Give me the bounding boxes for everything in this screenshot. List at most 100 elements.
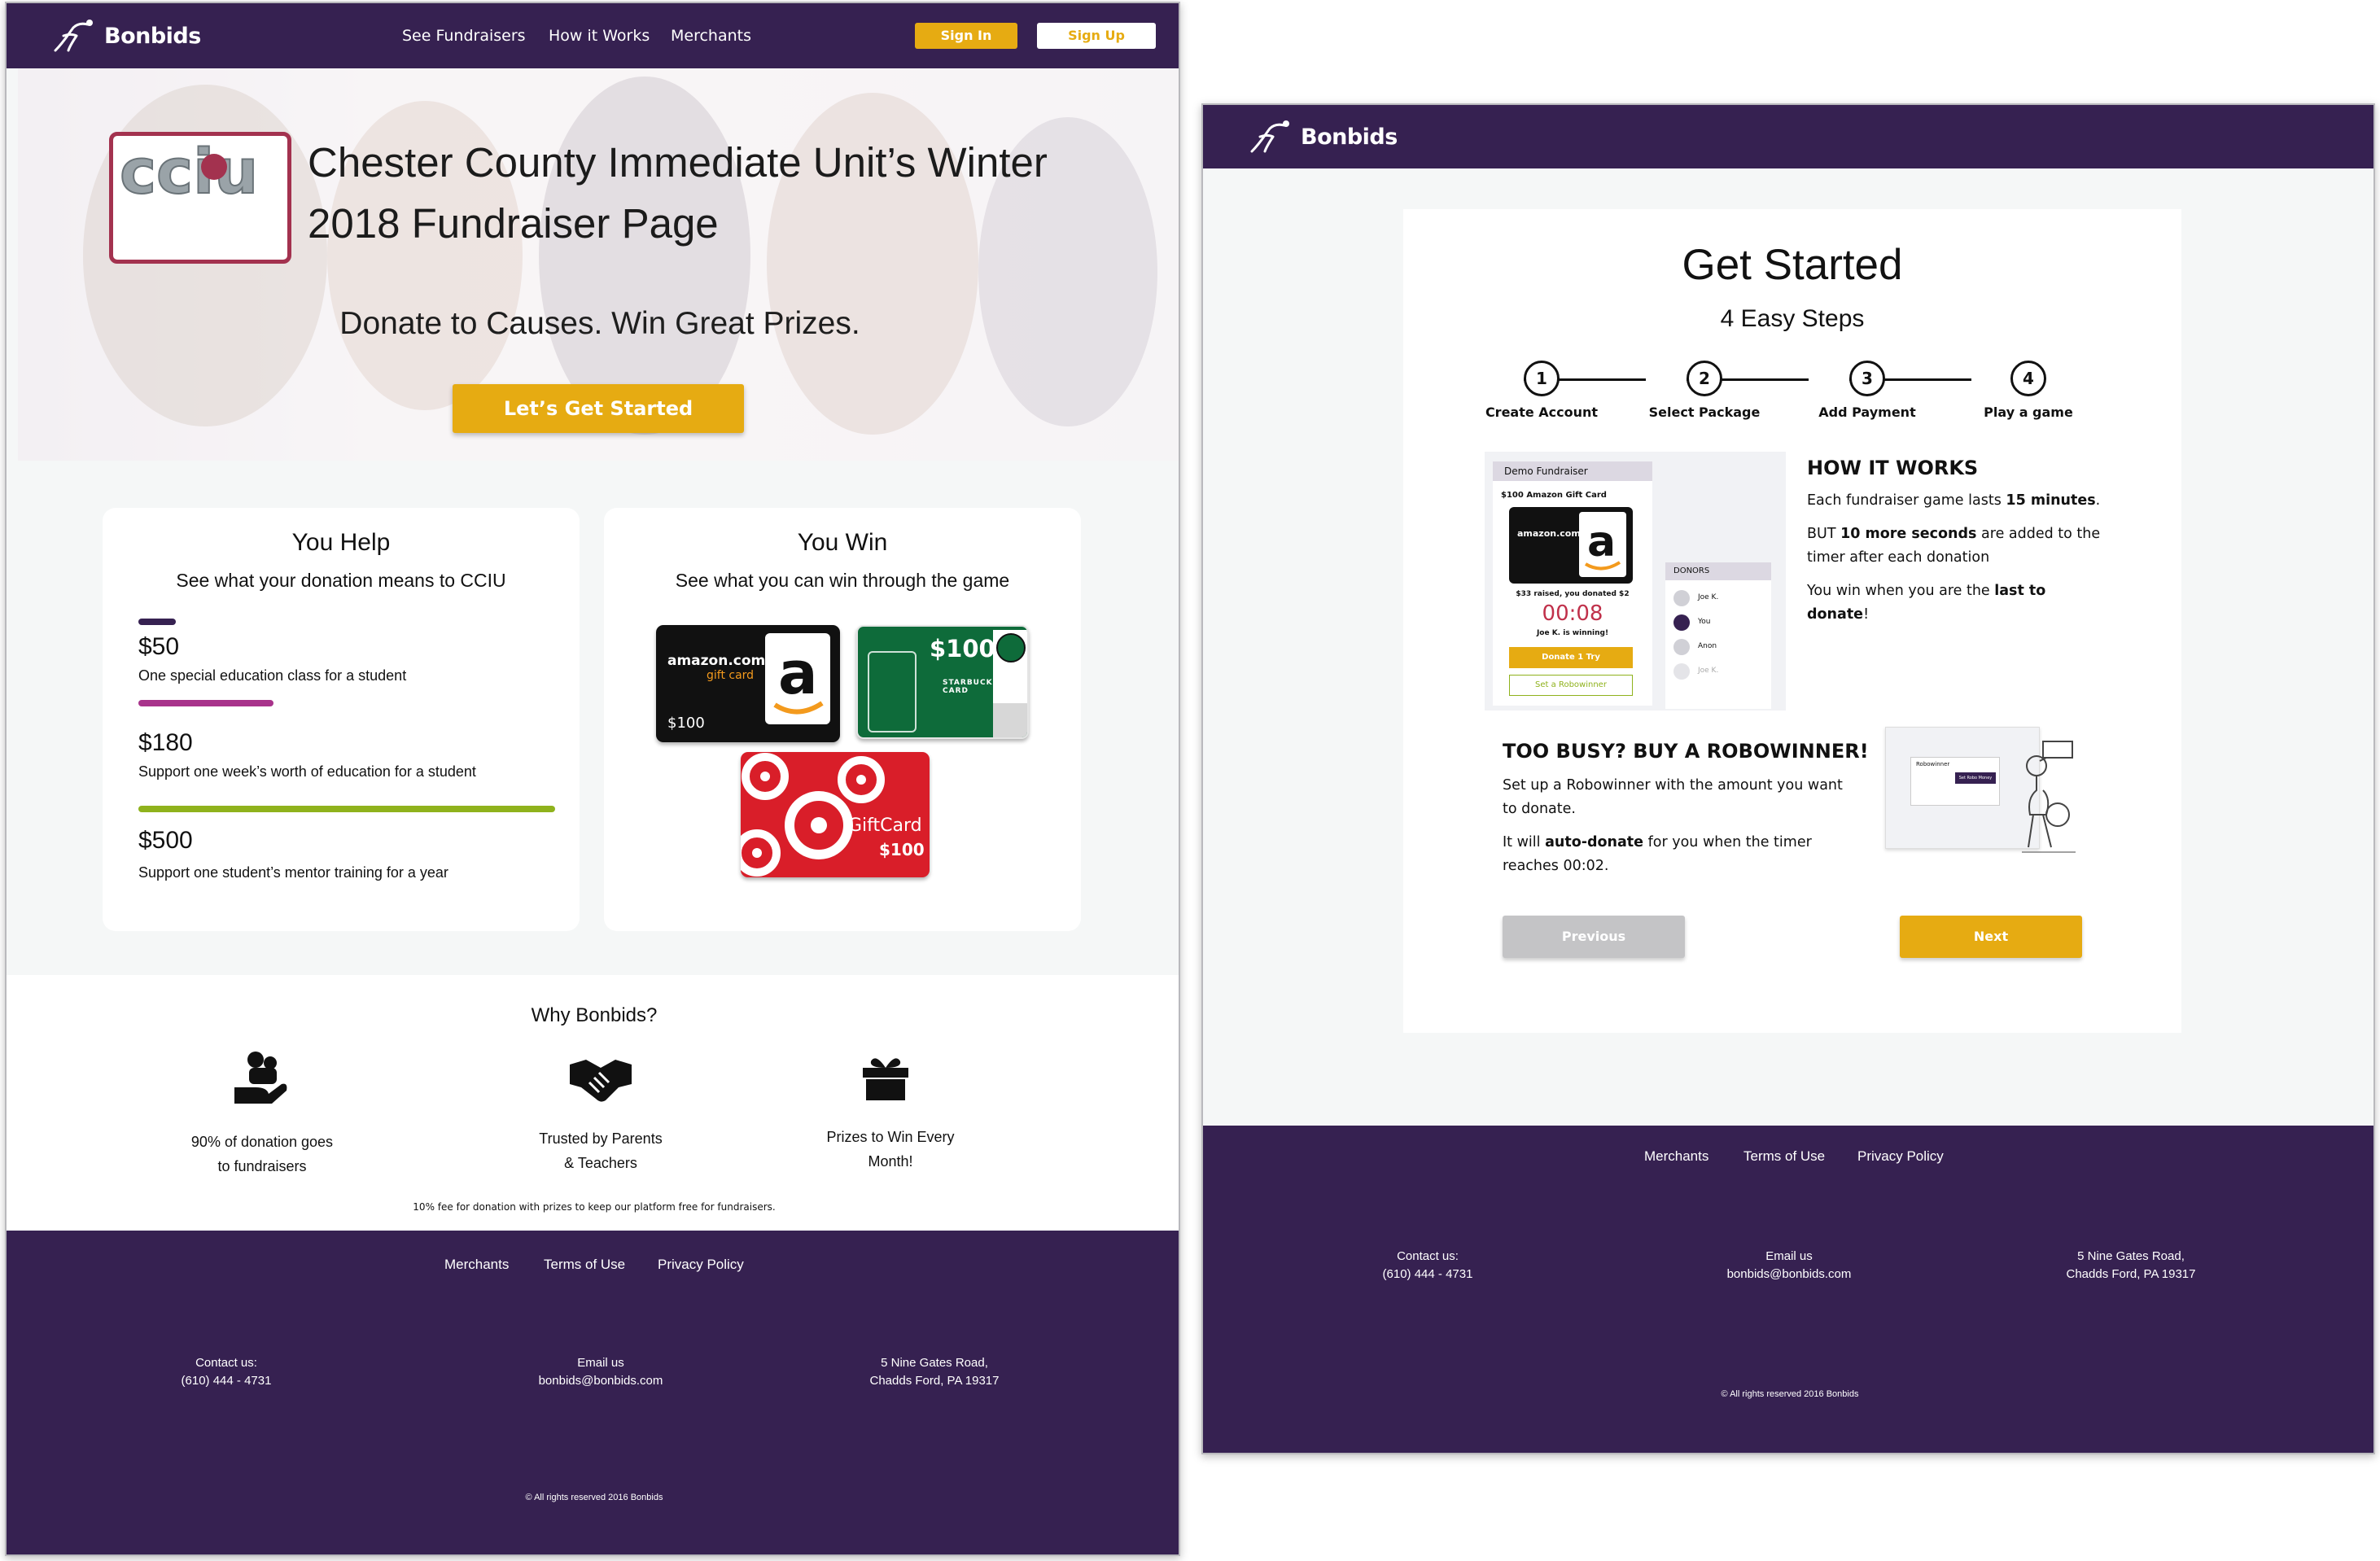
hero-title-line2: 2018 Fundraiser Page bbox=[308, 200, 719, 247]
step-label: Select Package bbox=[1648, 404, 1761, 420]
footer-terms-link[interactable]: Terms of Use bbox=[544, 1257, 625, 1273]
how-p1: Each fundraiser game lasts 15 minutes. bbox=[1807, 489, 2149, 513]
tier-description: Support one week’s worth of education fo… bbox=[138, 763, 476, 780]
starbucks-logo-icon bbox=[996, 633, 1026, 662]
text: 10 more seconds bbox=[1840, 526, 1977, 542]
sign-in-button[interactable]: Sign In bbox=[915, 23, 1017, 49]
footer-email-label: Email us bbox=[577, 1356, 624, 1370]
text: Each fundraiser game lasts bbox=[1807, 492, 2006, 509]
footer-copyright: © All rights reserved 2016 Bonbids bbox=[525, 1493, 663, 1502]
step-label: Play a game bbox=[1984, 404, 2073, 420]
feature-trusted: Trusted by Parents & Teachers bbox=[487, 1126, 715, 1175]
demo-card-brand: amazon.com bbox=[1517, 528, 1581, 539]
you-help-title: You Help bbox=[291, 529, 391, 556]
footer-email-address[interactable]: bonbids@bonbids.com bbox=[503, 1372, 698, 1390]
demo-donors-title: DONORS bbox=[1665, 562, 1771, 580]
footer-merchants-link[interactable]: Merchants bbox=[444, 1257, 509, 1273]
coffee-cup-icon bbox=[868, 651, 917, 732]
top-nav: Bonbids See Fundraisers How it Works Mer… bbox=[7, 3, 1179, 68]
feature-text: Trusted by Parents bbox=[539, 1130, 663, 1147]
target-gift-card[interactable]: GiftCard $100 bbox=[741, 752, 930, 877]
svg-text:a: a bbox=[1587, 518, 1616, 566]
footer-phone[interactable]: (610) 444 - 4731 bbox=[1346, 1266, 1509, 1283]
handshake-icon bbox=[568, 1053, 633, 1108]
step-circle-3[interactable]: 3 bbox=[1849, 361, 1885, 396]
demo-prize: $100 Amazon Gift Card bbox=[1501, 491, 1607, 500]
brand-logo[interactable]: Bonbids bbox=[1249, 119, 1398, 155]
starbucks-card-label: STARBUCKS CARD bbox=[943, 679, 1000, 695]
svg-text:a: a bbox=[778, 639, 818, 707]
text: are added to the bbox=[1976, 526, 2101, 542]
demo-timer: 00:08 bbox=[1542, 601, 1603, 626]
tier-bar bbox=[138, 806, 555, 812]
footer-phone[interactable]: (610) 444 - 4731 bbox=[145, 1372, 308, 1390]
amazon-card-value: $100 bbox=[667, 715, 705, 732]
you-win-subtitle: See what you can win through the game bbox=[675, 570, 1010, 591]
previous-button[interactable]: Previous bbox=[1503, 916, 1685, 958]
feature-text: Month! bbox=[868, 1153, 913, 1170]
footer-merchants-link[interactable]: Merchants bbox=[1644, 1148, 1708, 1165]
step-circle-4[interactable]: 4 bbox=[2010, 361, 2046, 396]
brand-name: Bonbids bbox=[1301, 124, 1398, 150]
tier-description: One special education class for a studen… bbox=[138, 667, 407, 684]
feature-text: & Teachers bbox=[564, 1155, 637, 1171]
nav-merchants[interactable]: Merchants bbox=[671, 27, 751, 45]
donor-name: Anon bbox=[1698, 642, 1717, 650]
demo-fundraiser-mockup: Demo Fundraiser $100 Amazon Gift Card a … bbox=[1485, 452, 1786, 711]
nav-how-it-works[interactable]: How it Works bbox=[549, 27, 650, 45]
avatar bbox=[1673, 663, 1690, 680]
amazon-a-logo: a bbox=[765, 633, 830, 724]
top-nav: Bonbids bbox=[1203, 105, 2373, 168]
how-it-works-title: HOW IT WORKS bbox=[1807, 457, 1979, 479]
step-circle-2[interactable]: 2 bbox=[1687, 361, 1722, 396]
bonbids-logo-icon bbox=[1250, 120, 1289, 153]
text: reaches 00:02. bbox=[1503, 858, 1609, 874]
text: BUT bbox=[1807, 526, 1841, 542]
feature-prizes: Prizes to Win Every Month! bbox=[777, 1125, 1004, 1174]
starbucks-gift-card[interactable]: $100 STARBUCKS CARD bbox=[856, 625, 1029, 739]
robowinner-mockup: Robowinner Set Robo Money bbox=[1885, 727, 2040, 849]
demo-raised: $33 raised, you donated $2 bbox=[1516, 590, 1630, 598]
step-label: Add Payment bbox=[1818, 404, 1916, 420]
demo-winning: Joe K. is winning! bbox=[1536, 629, 1609, 637]
footer-email-address[interactable]: bonbids@bonbids.com bbox=[1691, 1266, 1887, 1283]
footer-address-line: Chadds Ford, PA 19317 bbox=[869, 1374, 1000, 1388]
footer-terms-link[interactable]: Terms of Use bbox=[1743, 1148, 1825, 1165]
footer-address-line: 5 Nine Gates Road, bbox=[881, 1356, 988, 1370]
sign-up-button[interactable]: Sign Up bbox=[1037, 23, 1156, 49]
footer-privacy-link[interactable]: Privacy Policy bbox=[658, 1257, 744, 1273]
amazon-gift-card[interactable]: amazon.com gift card a $100 bbox=[656, 625, 840, 742]
feature-text: Prizes to Win Every bbox=[826, 1129, 955, 1145]
you-win-title: You Win bbox=[797, 529, 888, 556]
fee-note: 10% fee for donation with prizes to keep… bbox=[413, 1201, 776, 1213]
step-circle-1[interactable]: 1 bbox=[1524, 361, 1560, 396]
text: last to bbox=[1994, 583, 2046, 599]
tier-amount: $180 bbox=[138, 729, 193, 756]
target-card-value: $100 bbox=[879, 840, 925, 859]
demo-donate-button[interactable]: Donate 1 Try bbox=[1509, 647, 1633, 668]
robowinner-text: Set up a Robowinner with the amount you … bbox=[1503, 774, 1861, 878]
how-it-works-text: Each fundraiser game lasts 15 minutes. B… bbox=[1807, 489, 2149, 627]
next-button[interactable]: Next bbox=[1900, 916, 2082, 958]
text: 15 minutes bbox=[2006, 492, 2096, 509]
hero-title-line1: Chester County Immediate Unit’s Winter bbox=[308, 139, 1048, 186]
get-started-panel: Get Started 4 Easy Steps 1 2 3 4 Create … bbox=[1403, 209, 2181, 1033]
you-help-subtitle: See what your donation means to CCIU bbox=[176, 570, 506, 591]
footer: Merchants Terms of Use Privacy Policy Co… bbox=[7, 1231, 1179, 1554]
footer-privacy-link[interactable]: Privacy Policy bbox=[1857, 1148, 1944, 1165]
hero-tagline: Donate to Causes. Win Great Prizes. bbox=[339, 306, 860, 341]
gift-icon bbox=[860, 1050, 912, 1105]
text: ! bbox=[1863, 606, 1870, 623]
why-title: Why Bonbids? bbox=[531, 1004, 658, 1026]
footer-address-line: Chadds Ford, PA 19317 bbox=[2066, 1267, 2196, 1281]
avatar bbox=[1673, 614, 1690, 631]
you-help-card: You Help See what your donation means to… bbox=[103, 508, 580, 931]
demo-robo-button[interactable]: Set a Robowinner bbox=[1509, 675, 1633, 696]
footer-contact-label: Contact us: bbox=[195, 1356, 257, 1370]
brand-logo[interactable]: Bonbids bbox=[52, 18, 201, 54]
nav-see-fundraisers[interactable]: See Fundraisers bbox=[402, 27, 526, 45]
text: Set up a Robowinner with the amount you … bbox=[1503, 777, 1843, 794]
get-started-subtitle: 4 Easy Steps bbox=[1720, 305, 1865, 332]
demo-card: $100 Amazon Gift Card a amazon.com $33 r… bbox=[1493, 481, 1652, 706]
get-started-button[interactable]: Let’s Get Started bbox=[453, 384, 744, 433]
